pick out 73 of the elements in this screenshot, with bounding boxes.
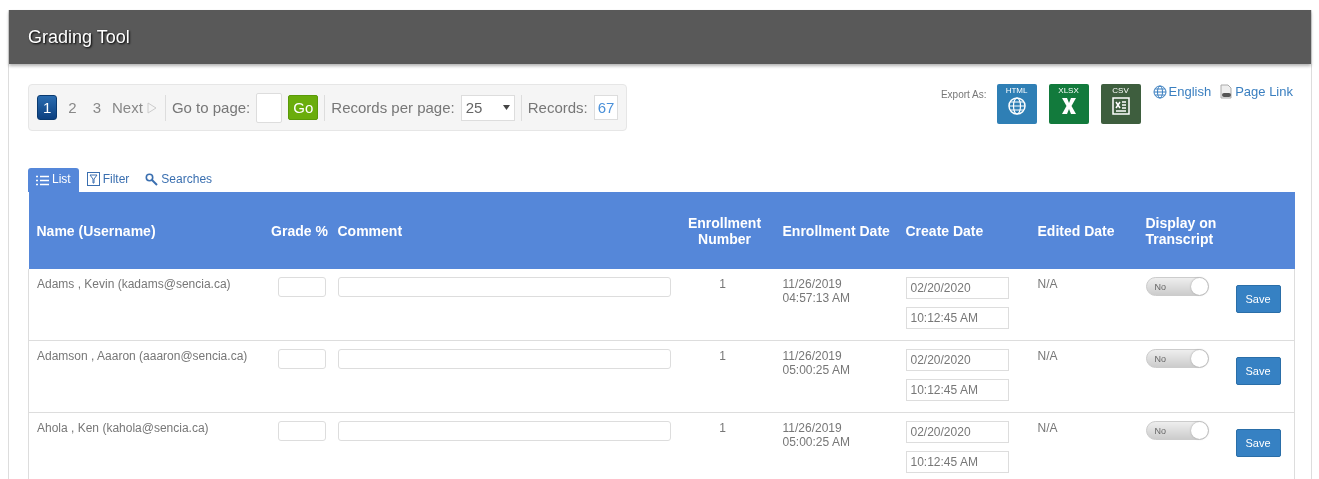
edited-date: N/A <box>1037 277 1058 291</box>
enrollment-number: 1 <box>719 277 726 291</box>
records-per-page-select[interactable]: 25 <box>460 94 515 121</box>
comment-field[interactable] <box>337 277 671 297</box>
enrollment-date: 11/26/2019 05:00:25 AM <box>782 421 851 449</box>
column-header: Grade % <box>269 192 330 269</box>
tab[interactable]: Filter <box>78 168 138 192</box>
enrollment-number: 1 <box>719 349 726 363</box>
date-field[interactable]: 02/20/2020 <box>905 349 1009 371</box>
export-button[interactable]: HTML <box>996 84 1037 124</box>
enrollment-date: 11/26/2019 04:57:13 AM <box>782 277 851 305</box>
date-field[interactable]: 02/20/2020 <box>905 277 1009 299</box>
globe-icon <box>1152 84 1167 99</box>
save-button[interactable]: Save <box>1235 285 1281 313</box>
select-value: 25 <box>465 99 483 116</box>
globe-icon <box>1007 97 1026 115</box>
column-header: Enrollment Date <box>774 192 898 269</box>
export-button[interactable]: CSV <box>1100 84 1141 124</box>
export-label: Export As: <box>940 89 987 100</box>
language-link[interactable]: English <box>1152 84 1212 99</box>
time-field[interactable]: 10:12:45 AM <box>905 379 1009 401</box>
caret-icon <box>502 105 510 110</box>
tab[interactable]: List <box>28 168 79 192</box>
column-header: Edited Date <box>1029 192 1138 269</box>
export-format-label: CSV <box>1112 86 1129 95</box>
edited-date: N/A <box>1037 349 1058 363</box>
list-icon <box>36 175 49 186</box>
save-button[interactable]: Save <box>1235 357 1281 385</box>
grade-field[interactable] <box>277 349 326 369</box>
records-label: Records: <box>527 99 588 116</box>
column-header: Enrollment Number <box>674 192 775 269</box>
column-header: Create Date <box>897 192 1030 269</box>
enrollment-date: 11/26/2019 05:00:25 AM <box>782 349 851 377</box>
save-button[interactable]: Save <box>1235 429 1281 457</box>
window-title: Grading Tool <box>28 26 130 48</box>
search-icon <box>145 173 159 186</box>
toggle-switch[interactable]: No <box>1145 349 1209 368</box>
filter-icon <box>86 172 100 186</box>
name-text: Ahola , Ken (kahola@sencia.ca) <box>37 421 209 435</box>
go-button[interactable]: Go <box>288 95 319 120</box>
export-format-label: XLSX <box>1058 86 1079 95</box>
spreadsheet-icon <box>1111 97 1130 115</box>
comment-field[interactable] <box>337 349 671 369</box>
records-per-page-label: Records per page: <box>331 99 455 116</box>
page-link[interactable]: 2 <box>63 96 82 119</box>
page-number-field[interactable] <box>256 92 283 123</box>
column-header: Display on Transcript <box>1137 192 1228 269</box>
column-header: Name (Username) <box>28 192 270 269</box>
name-text: Adams , Kevin (kadams@sencia.ca) <box>37 277 231 291</box>
comment-field[interactable] <box>337 421 671 441</box>
grade-field[interactable] <box>277 277 326 297</box>
tab[interactable]: Searches <box>137 168 221 192</box>
name-text: Adamson , Aaaron (aaaron@sencia.ca) <box>37 349 248 363</box>
export-format-label: HTML <box>1005 86 1028 95</box>
play-icon <box>146 101 157 114</box>
next-link[interactable]: Next <box>112 94 166 121</box>
time-field[interactable]: 10:12:45 AM <box>905 307 1009 329</box>
toggle-switch[interactable]: No <box>1145 277 1209 296</box>
page-link[interactable]: 3 <box>87 96 107 119</box>
page-link[interactable]: 1 <box>37 95 58 120</box>
x-letter-icon <box>1059 97 1078 115</box>
time-field[interactable]: 10:12:45 AM <box>905 451 1009 473</box>
page-link[interactable]: Page Link <box>1219 84 1293 99</box>
date-field[interactable]: 02/20/2020 <box>905 421 1009 443</box>
column-header: Comment <box>329 192 675 269</box>
edited-date: N/A <box>1037 421 1058 435</box>
enrollment-number: 1 <box>719 421 726 435</box>
grade-field[interactable] <box>277 421 326 441</box>
records-count: 67 <box>593 95 619 120</box>
toggle-switch[interactable]: No <box>1145 421 1209 440</box>
export-button[interactable]: XLSX <box>1048 84 1089 124</box>
goto-label: Go to page: <box>171 99 251 116</box>
document-link-icon <box>1219 84 1234 99</box>
